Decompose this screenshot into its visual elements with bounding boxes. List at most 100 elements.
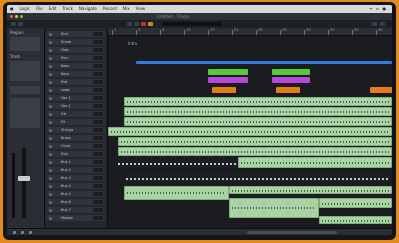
track-header[interactable]: Bus 4 — [47, 183, 105, 189]
track-header[interactable]: Bus 2 — [47, 167, 105, 173]
track-header[interactable]: Bus 1 — [47, 159, 105, 165]
track-header[interactable]: Pad — [47, 79, 105, 85]
track-settings[interactable] — [10, 61, 40, 81]
play-button[interactable] — [134, 22, 139, 26]
audio-region[interactable] — [124, 117, 392, 126]
menu-navigate[interactable]: Navigate — [79, 5, 97, 13]
track-volume-slider[interactable] — [93, 200, 103, 204]
apple-menu-icon[interactable]: ● — [10, 5, 14, 13]
track-volume-slider[interactable] — [93, 152, 103, 156]
control-center-icon[interactable]: ● — [383, 5, 387, 13]
track-volume-slider[interactable] — [93, 128, 103, 132]
menu-view[interactable]: View — [136, 5, 146, 13]
track-volume-slider[interactable] — [93, 216, 103, 220]
horizontal-scrollbar[interactable] — [247, 231, 337, 234]
track-header[interactable]: Snare — [47, 39, 105, 45]
pattern-region[interactable] — [370, 87, 392, 93]
selection-bar[interactable] — [136, 61, 392, 64]
track-volume-slider[interactable] — [93, 168, 103, 172]
inspector-button[interactable] — [18, 22, 23, 26]
track-header[interactable]: Lead — [47, 87, 105, 93]
track-volume-slider[interactable] — [93, 48, 103, 52]
track-header[interactable]: FX — [47, 119, 105, 125]
track-volume-slider[interactable] — [93, 80, 103, 84]
tracks-area[interactable]: 1 5 9 13 17 21 25 29 33 37 41 45 Intro — [108, 28, 392, 228]
menu-track[interactable]: Track — [62, 5, 72, 13]
track-volume-slider[interactable] — [93, 56, 103, 60]
track-volume-slider[interactable] — [93, 136, 103, 140]
zoom-window-button[interactable] — [20, 15, 23, 18]
track-header[interactable]: Sub — [47, 151, 105, 157]
pattern-region[interactable] — [272, 77, 310, 83]
menu-mix[interactable]: Mix — [123, 5, 130, 13]
track-volume-slider[interactable] — [93, 160, 103, 164]
volume-fader[interactable] — [18, 176, 30, 181]
audio-region[interactable] — [118, 147, 392, 156]
track-header[interactable]: Choir — [47, 143, 105, 149]
battery-icon[interactable]: ▭ — [376, 5, 380, 13]
pattern-region[interactable] — [212, 87, 236, 93]
track-header[interactable]: Vox 2 — [47, 103, 105, 109]
audio-region[interactable] — [238, 157, 392, 168]
track-header[interactable]: Keys — [47, 71, 105, 77]
minimize-window-button[interactable] — [15, 15, 18, 18]
menu-edit[interactable]: Edit — [49, 5, 57, 13]
track-volume-slider[interactable] — [93, 40, 103, 44]
track-volume-slider[interactable] — [93, 32, 103, 36]
track-header[interactable]: Master — [47, 215, 105, 221]
track-volume-slider[interactable] — [93, 184, 103, 188]
track-volume-slider[interactable] — [93, 64, 103, 68]
audio-region[interactable] — [108, 127, 392, 136]
track-volume-slider[interactable] — [93, 192, 103, 196]
track-header[interactable]: Bus 6 — [47, 199, 105, 205]
audio-region[interactable] — [229, 198, 319, 218]
pattern-region[interactable] — [208, 77, 248, 83]
audio-region[interactable] — [118, 137, 392, 146]
rewind-button[interactable] — [127, 22, 132, 26]
pattern-region[interactable] — [272, 69, 310, 75]
audio-region[interactable] — [319, 198, 392, 208]
track-volume-slider[interactable] — [93, 144, 103, 148]
menu-logic[interactable]: Logic — [20, 5, 30, 13]
track-header[interactable]: Gtr — [47, 111, 105, 117]
track-volume-slider[interactable] — [93, 72, 103, 76]
editors-button[interactable] — [372, 22, 377, 26]
plugin-slots[interactable] — [10, 98, 40, 128]
track-volume-slider[interactable] — [93, 120, 103, 124]
bar-ruler[interactable]: 1 5 9 13 17 21 25 29 33 37 41 45 — [108, 28, 392, 36]
track-header[interactable]: Brass — [47, 135, 105, 141]
zoom-icon[interactable] — [29, 231, 32, 234]
audio-region[interactable] — [124, 107, 392, 116]
audio-region[interactable] — [319, 216, 392, 224]
track-header[interactable]: Bus 7 — [47, 207, 105, 213]
track-header[interactable]: Kick — [47, 31, 105, 37]
add-track-icon[interactable] — [21, 231, 24, 234]
track-volume-slider[interactable] — [93, 112, 103, 116]
region-settings[interactable] — [10, 37, 40, 51]
pattern-region[interactable] — [276, 87, 300, 93]
menu-record[interactable]: Record — [103, 5, 117, 13]
track-header[interactable]: Bus 5 — [47, 191, 105, 197]
track-header[interactable]: Strings — [47, 127, 105, 133]
track-volume-slider[interactable] — [93, 88, 103, 92]
close-window-button[interactable] — [10, 15, 13, 18]
audio-region[interactable] — [229, 186, 392, 194]
eq-thumbnail[interactable] — [10, 86, 40, 94]
track-header[interactable]: Vox 1 — [47, 95, 105, 101]
track-header[interactable]: Bus 3 — [47, 175, 105, 181]
audio-region[interactable] — [124, 97, 392, 106]
pattern-region[interactable] — [208, 69, 248, 75]
midi-region[interactable] — [118, 159, 238, 168]
wifi-icon[interactable]: ᯤ — [369, 5, 373, 13]
region-inspector-label[interactable]: Region — [10, 30, 24, 35]
track-volume-slider[interactable] — [93, 176, 103, 180]
track-header[interactable]: Hats — [47, 47, 105, 53]
track-header[interactable]: Bass — [47, 63, 105, 69]
track-inspector-label[interactable]: Track — [10, 54, 20, 59]
audio-region[interactable] — [124, 186, 229, 200]
settings-icon[interactable] — [13, 231, 16, 234]
track-volume-slider[interactable] — [93, 96, 103, 100]
midi-region[interactable] — [126, 174, 390, 183]
loop-browser-button[interactable] — [380, 22, 385, 26]
record-button[interactable] — [141, 22, 146, 26]
